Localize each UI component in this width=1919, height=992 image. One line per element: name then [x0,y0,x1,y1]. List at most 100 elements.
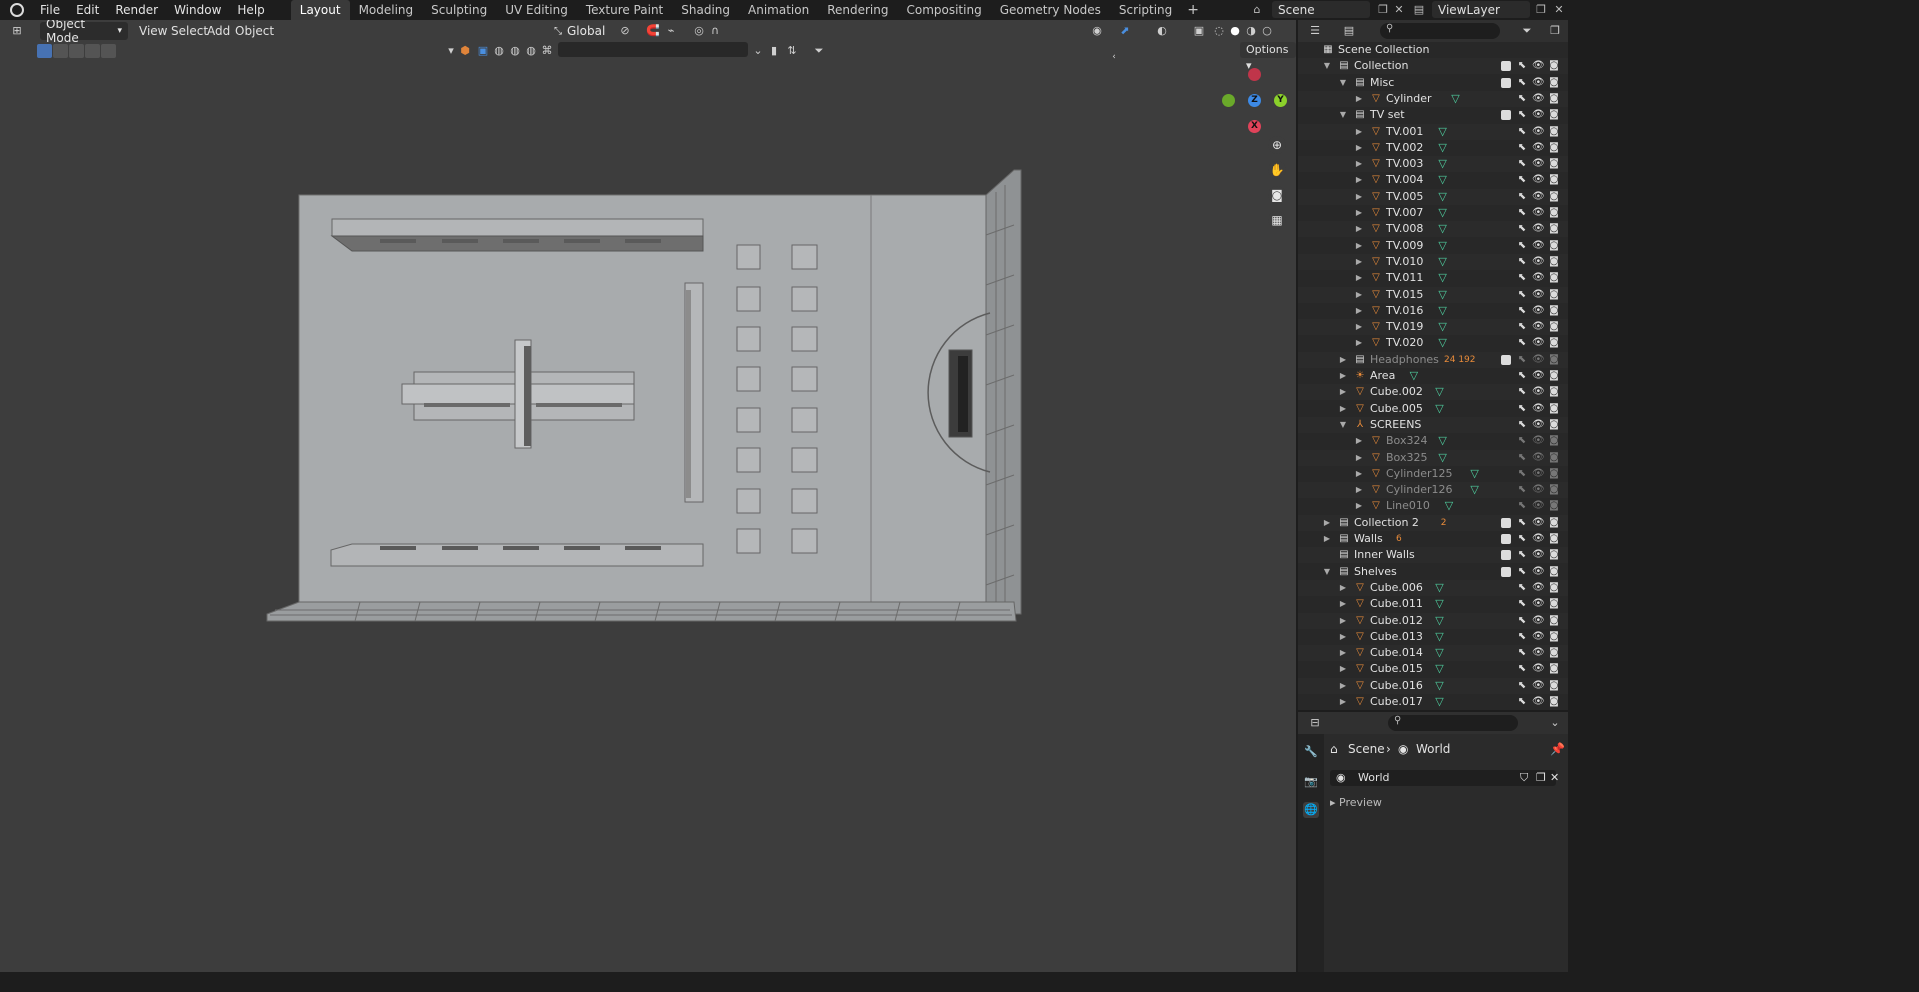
render-camera-icon[interactable]: ◙ [1548,75,1560,91]
render-camera-icon[interactable]: ◙ [1548,156,1560,172]
expand-down-icon[interactable]: ▼ [1322,564,1332,580]
rendered-shading-icon[interactable]: ○ [1260,24,1274,38]
eye-icon[interactable]: 👁 [1532,450,1545,466]
filter-icon[interactable]: ⏷ [1520,24,1534,38]
select-toggle-icon[interactable]: ⬉ [1516,205,1528,221]
overlay-icon[interactable]: ◐ [1155,24,1169,38]
select-toggle-icon[interactable]: ⬉ [1516,335,1528,351]
select-toggle-icon[interactable]: ⬉ [1516,156,1528,172]
exclude-checkbox[interactable] [1501,61,1511,72]
delete-scene-icon[interactable]: ✕ [1392,3,1406,17]
outliner-collection-row[interactable]: ▶ ▤ Walls 6 ⬉ 👁 ◙ [1298,531,1568,547]
eye-icon[interactable]: 👁 [1532,368,1545,384]
exclude-checkbox[interactable] [1501,110,1511,121]
eye-icon[interactable]: 👁 [1532,531,1545,547]
expand-right-icon[interactable]: ▶ [1338,629,1348,645]
select-toggle-icon[interactable]: ⬉ [1516,629,1528,645]
expand-right-icon[interactable]: ▶ [1338,678,1348,694]
select-toggle-icon[interactable]: ⬉ [1516,303,1528,319]
outliner-object-row[interactable]: ▶ ▽ TV.005 ▽ ⬉ 👁 ◙ [1298,188,1568,205]
expand-right-icon[interactable]: ▶ [1322,531,1332,547]
select-toggle-icon[interactable]: ⬉ [1516,368,1528,384]
visibility-icon[interactable]: ◉ [1090,24,1104,38]
menu-edit[interactable]: Edit [68,0,107,20]
menu-object[interactable]: Object [229,22,280,40]
expand-right-icon[interactable]: ▶ [1338,613,1348,629]
expand-right-icon[interactable]: ▶ [1354,450,1364,466]
render-camera-icon[interactable]: ◙ [1548,91,1560,107]
expand-right-icon[interactable]: ▶ [1354,124,1364,140]
expand-right-icon[interactable]: ▶ [1354,205,1364,221]
mesh-data-icon[interactable]: ▽ [1435,581,1443,594]
render-camera-icon[interactable]: ◙ [1548,335,1560,351]
mesh-data-icon[interactable]: ▽ [1438,435,1446,447]
mesh-data-icon[interactable]: ▽ [1470,484,1478,496]
editor-type-icon[interactable]: ⊟ [1308,716,1322,730]
expand-right-icon[interactable]: ▶ [1354,238,1364,254]
outliner-object-row[interactable]: ▶ ▽ Cube.015 ▽ ⬉ 👁 ◙ [1298,661,1568,677]
expand-right-icon[interactable]: ▶ [1354,287,1364,303]
select-toggle-icon[interactable]: ⬉ [1516,254,1528,270]
exclude-checkbox[interactable] [1501,354,1511,365]
render-camera-icon[interactable]: ◙ [1548,515,1560,531]
expand-right-icon[interactable]: ▶ [1354,498,1364,514]
gizmo-x-axis[interactable]: X [1248,120,1261,133]
hand-icon[interactable]: ✋ [1268,161,1286,179]
tab-rendering[interactable]: Rendering [818,0,897,20]
expand-right-icon[interactable]: ▶ [1354,140,1364,156]
eye-icon[interactable]: 👁 [1532,352,1545,368]
eye-icon[interactable]: 👁 [1532,124,1545,140]
select-toggle-icon[interactable]: ⬉ [1516,580,1528,596]
snap-icon[interactable]: 🧲 [646,24,660,38]
render-camera-icon[interactable]: ◙ [1548,238,1560,254]
select-toggle-icon[interactable]: ⬉ [1516,547,1528,563]
gizmo-neg-y[interactable] [1222,94,1235,107]
select-toggle-icon[interactable]: ⬉ [1516,661,1528,677]
eye-icon[interactable]: 👁 [1532,547,1545,563]
tab-texture-paint[interactable]: Texture Paint [577,0,672,20]
eye-icon[interactable]: 👁 [1532,107,1545,123]
exclude-checkbox[interactable] [1501,534,1511,544]
expand-right-icon[interactable]: ▶ [1354,254,1364,270]
tab-scripting[interactable]: Scripting [1110,0,1181,20]
expand-right-icon[interactable]: ▶ [1322,515,1332,531]
select-toggle-icon[interactable]: ⬉ [1516,238,1528,254]
fake-user-icon[interactable]: ⛉ [1520,770,1528,786]
wireframe-shading-icon[interactable]: ◌ [1212,24,1226,38]
select-toggle-icon[interactable]: ⬉ [1516,172,1528,188]
expand-right-icon[interactable]: ▶ [1354,221,1364,237]
pivot-icon[interactable]: ⊘ [618,24,632,38]
new-view-layer-icon[interactable]: ❐ [1534,3,1548,17]
select-toggle-icon[interactable]: ⬉ [1516,287,1528,303]
tab-modeling[interactable]: Modeling [350,0,423,20]
mesh-data-icon[interactable]: ▽ [1438,158,1446,170]
select-toggle-icon[interactable]: ⬉ [1516,564,1528,580]
scene-geometry[interactable] [0,20,1296,972]
outliner-object-row[interactable]: ▶ ▽ TV.016 ▽ ⬉ 👁 ◙ [1298,303,1568,319]
select-toggle-icon[interactable]: ⬉ [1516,515,1528,531]
outliner-object-row[interactable]: ▶ ▽ TV.003 ▽ ⬉ 👁 ◙ [1298,156,1568,173]
outliner-object-row[interactable]: ▶ ▽ Cube.005 ▽ ⬉ 👁 ◙ [1298,401,1568,417]
outliner-object-row[interactable]: ▶ ▽ TV.002 ▽ ⬉ 👁 ◙ [1298,140,1568,156]
eye-icon[interactable]: 👁 [1532,694,1545,710]
expand-right-icon[interactable]: ▶ [1338,368,1348,384]
select-toggle-icon[interactable]: ⬉ [1516,140,1528,156]
blender-logo-icon[interactable] [10,3,24,17]
select-toggle-icon[interactable]: ⬉ [1516,221,1528,237]
view-layer-icon[interactable]: ▤ [1412,3,1426,17]
select-new-icon[interactable] [53,44,68,58]
expand-right-icon[interactable]: ▶ [1354,433,1364,449]
render-camera-icon[interactable]: ◙ [1548,189,1560,205]
falloff-icon[interactable]: ∩ [708,24,722,38]
select-invert-icon[interactable] [101,44,116,58]
mesh-data-icon[interactable]: ▽ [1435,386,1443,398]
render-camera-icon[interactable]: ◙ [1548,694,1560,710]
xray-icon[interactable]: ▣ [1192,24,1206,38]
select-extend-icon[interactable] [69,44,84,58]
select-toggle-icon[interactable]: ⬉ [1516,531,1528,547]
gizmo-y-axis[interactable]: Y [1274,94,1287,107]
mesh-data-icon[interactable]: ▽ [1438,207,1446,219]
expand-down-icon[interactable]: ▼ [1338,417,1348,433]
select-toggle-icon[interactable]: ⬉ [1516,75,1528,91]
outliner-search-input[interactable]: ⚲ [1380,23,1500,39]
